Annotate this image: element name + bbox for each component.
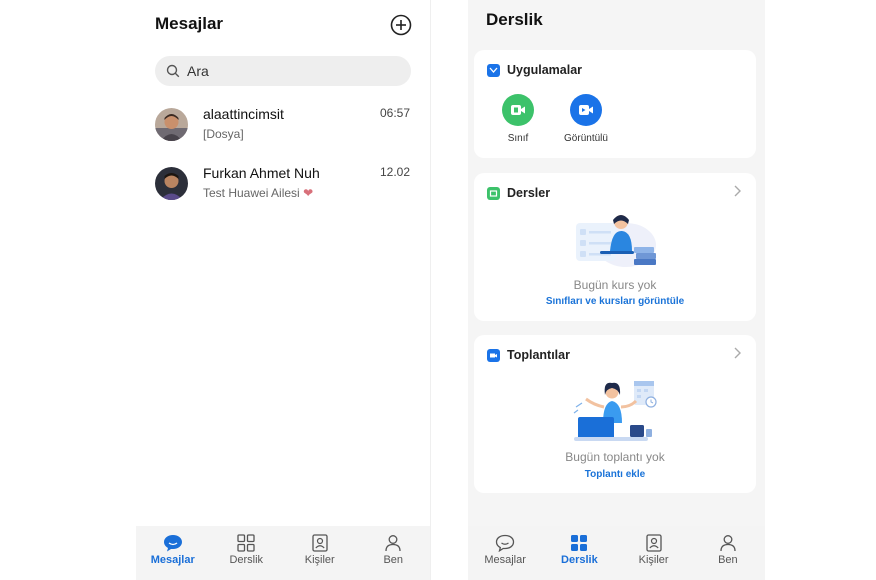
chevron-right-icon[interactable] xyxy=(732,185,742,197)
search-icon xyxy=(166,64,180,78)
avatar xyxy=(155,167,188,200)
list-item[interactable]: Furkan Ahmet Nuh Test Huawei Ailesi ❤ 12… xyxy=(136,165,430,219)
nav-label: Mesajlar xyxy=(484,554,526,566)
app-label: Görüntülü xyxy=(564,133,608,144)
nav-label: Ben xyxy=(718,554,738,566)
apps-icon xyxy=(487,63,500,77)
view-courses-link[interactable]: Sınıfları ve kursları görüntüle xyxy=(474,296,756,307)
nav-label: Derslik xyxy=(561,554,598,566)
meeting-illustration xyxy=(573,381,657,441)
card-title: Uygulamalar xyxy=(507,63,583,77)
bottom-nav: Mesajlar Derslik Kişiler Ben xyxy=(136,526,430,580)
list-item[interactable]: alaattincimsit [Dosya] 06:57 xyxy=(136,106,430,160)
nav-me[interactable]: Ben xyxy=(357,526,431,580)
class-video-icon xyxy=(502,94,534,126)
card-title: Dersler xyxy=(507,186,551,200)
chat-time: 12.02 xyxy=(379,165,410,179)
app-label: Sınıf xyxy=(507,133,529,144)
class-app-button[interactable]: Sınıf xyxy=(496,94,540,144)
apps-card: Uygulamalar Sınıf Görüntülü xyxy=(474,50,756,158)
grid-icon xyxy=(237,534,255,552)
contacts-icon xyxy=(312,534,328,552)
page-title: Mesajlar xyxy=(155,14,224,33)
student-illustration xyxy=(576,215,656,267)
nav-messages[interactable]: Mesajlar xyxy=(136,526,210,580)
nav-label: Kişiler xyxy=(304,554,335,566)
video-call-icon xyxy=(570,94,602,126)
add-meeting-link[interactable]: Toplantı ekle xyxy=(474,469,756,480)
chat-bubble-icon xyxy=(495,534,515,552)
chat-name: alaattincimsit xyxy=(203,106,284,122)
nav-label: Mesajlar xyxy=(150,554,195,566)
nav-label: Derslik xyxy=(229,554,264,566)
empty-text: Bugün toplantı yok xyxy=(565,450,665,464)
video-app-button[interactable]: Görüntülü xyxy=(560,94,612,144)
messages-screen: Mesajlar Ara alaattincimsit [Dosya] 06:5… xyxy=(136,0,430,580)
nav-me[interactable]: Ben xyxy=(691,526,765,580)
add-icon[interactable] xyxy=(390,14,412,36)
meetings-card: Toplantılar Bugün toplantı yok Toplantı … xyxy=(474,335,756,493)
search-placeholder: Ara xyxy=(187,63,209,79)
nav-classroom[interactable]: Derslik xyxy=(210,526,284,580)
chat-name: Furkan Ahmet Nuh xyxy=(203,165,320,181)
chevron-right-icon[interactable] xyxy=(732,347,742,359)
nav-contacts[interactable]: Kişiler xyxy=(617,526,691,580)
bottom-nav: Mesajlar Derslik Kişiler Ben xyxy=(468,526,765,580)
chat-preview: [Dosya] xyxy=(203,127,244,141)
nav-classroom[interactable]: Derslik xyxy=(542,526,616,580)
empty-text: Bugün kurs yok xyxy=(573,278,657,292)
person-icon xyxy=(720,535,736,552)
avatar xyxy=(155,108,188,141)
chat-bubble-icon xyxy=(163,535,182,552)
search-input[interactable]: Ara xyxy=(155,56,411,86)
page-title: Derslik xyxy=(486,10,543,29)
nav-label: Kişiler xyxy=(638,554,669,566)
chat-preview: Test Huawei Ailesi ❤ xyxy=(203,186,314,200)
person-icon xyxy=(385,535,401,552)
grid-icon xyxy=(571,535,588,551)
card-title: Toplantılar xyxy=(507,348,570,362)
contacts-icon xyxy=(645,534,662,552)
nav-contacts[interactable]: Kişiler xyxy=(283,526,357,580)
courses-card: Dersler Bugün kurs yok Sınıfları ve kurs… xyxy=(474,173,756,321)
meetings-icon xyxy=(487,348,500,362)
courses-icon xyxy=(487,186,500,200)
nav-messages[interactable]: Mesajlar xyxy=(468,526,542,580)
heart-icon: ❤ xyxy=(303,186,314,200)
divider xyxy=(430,0,431,580)
nav-label: Ben xyxy=(383,554,404,566)
chat-time: 06:57 xyxy=(379,106,410,120)
classroom-screen: Derslik Uygulamalar Sınıf Görüntülü Ders… xyxy=(468,0,765,580)
